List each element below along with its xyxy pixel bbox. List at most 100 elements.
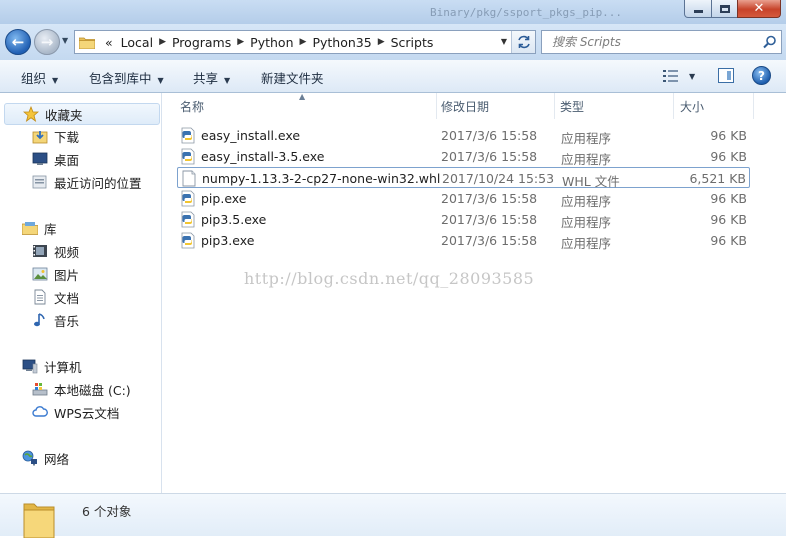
nav-local-disk[interactable]: 本地磁盘 (C:) [32,379,131,399]
file-type: 应用程序 [561,194,612,209]
close-button[interactable]: ✕ [737,0,781,18]
new-folder-label: 新建文件夹 [261,71,324,86]
details-pane: 6 个对象 [0,493,786,538]
pictures-icon [32,267,48,281]
back-button[interactable]: ← [5,29,31,55]
file-date: 2017/3/6 15:58 [441,149,538,164]
library-icon [22,222,38,235]
python-exe-icon [181,148,195,165]
background-window-title: Binary/pkg/ssport_pkgs_pip... [430,6,623,19]
nav-downloads[interactable]: 下载 [32,126,79,146]
nav-network-label: 网络 [44,451,70,467]
column-header-size[interactable]: 大小 [674,93,754,119]
history-dropdown-icon[interactable]: ▼ [62,36,68,45]
navigation-pane: 收藏夹 下载 桌面 最近访问的位置 库 视频 图片 文档 音乐 计算机 本地磁盘… [0,93,162,493]
breadcrumb-python[interactable]: Python [246,35,297,50]
table-row[interactable]: pip3.exe 2017/3/6 15:58 应用程序 96 KB [177,230,750,251]
forward-button[interactable]: → [34,29,60,55]
breadcrumb-overflow[interactable]: « [101,35,117,50]
breadcrumb-python35[interactable]: Python35 [308,35,375,50]
column-header-type-label: 类型 [560,99,585,114]
file-date: 2017/3/6 15:58 [441,233,538,248]
nav-documents-label: 文档 [54,290,80,306]
breadcrumb-arrow-icon[interactable]: ▶ [298,37,309,47]
file-list: ▲ 名称 修改日期 类型 大小 easy_install.exe 2017/3/6… [163,92,786,493]
table-row[interactable]: numpy-1.13.3-2-cp27-none-win32.whl 2017/1… [177,167,750,189]
refresh-icon [517,35,530,49]
breadcrumb-scripts[interactable]: Scripts [387,35,438,50]
file-date: 2017/10/24 15:53 [442,171,555,186]
change-view-button[interactable]: ▼ [663,68,703,84]
nav-desktop[interactable]: 桌面 [32,149,79,169]
nav-computer[interactable]: 计算机 [22,356,82,376]
search-input[interactable] [542,31,752,53]
breadcrumb-programs[interactable]: Programs [168,35,235,50]
refresh-button[interactable] [511,31,535,53]
nav-pictures[interactable]: 图片 [32,264,79,284]
column-header-type[interactable]: 类型 [555,93,674,119]
nav-favorites-label: 收藏夹 [45,107,83,123]
search-box[interactable] [541,30,782,54]
help-button[interactable]: ? [752,66,771,85]
python-exe-icon [181,127,195,144]
title-bar: Binary/pkg/ssport_pkgs_pip... ✕ [0,0,786,24]
blank-file-icon [182,170,196,187]
nav-documents[interactable]: 文档 [32,287,79,307]
nav-wps-cloud-label: WPS云文档 [54,405,120,421]
chevron-down-icon: ▼ [157,76,164,85]
nav-recent-places[interactable]: 最近访问的位置 [32,172,142,192]
minimize-icon [693,10,703,13]
python-exe-icon [181,190,195,207]
details-view-icon [663,70,678,82]
nav-downloads-label: 下载 [54,129,80,145]
organize-menu[interactable]: 组织 ▼ [21,68,58,87]
address-bar[interactable]: « Local ▶ Programs ▶ Python ▶ Python35 ▶… [74,30,536,54]
nav-videos[interactable]: 视频 [32,241,79,261]
preview-pane-button[interactable] [718,68,734,83]
folder-icon [23,503,55,538]
maximize-button[interactable] [711,0,738,18]
nav-libraries[interactable]: 库 [22,218,57,238]
column-header-date-label: 修改日期 [441,99,490,114]
address-dropdown-icon[interactable]: ▼ [501,37,507,46]
table-row[interactable]: pip3.5.exe 2017/3/6 15:58 应用程序 96 KB [177,209,750,230]
chevron-down-icon[interactable]: ▼ [689,72,695,81]
chevron-down-icon: ▼ [52,76,59,85]
share-label: 共享 [193,71,219,86]
downloads-folder-icon [32,131,48,144]
column-header-name-label: 名称 [180,99,205,114]
nav-local-disk-label: 本地磁盘 (C:) [54,382,131,398]
breadcrumb-local[interactable]: Local [117,35,157,50]
breadcrumb-arrow-icon[interactable]: ▶ [157,37,168,47]
search-icon[interactable] [763,35,777,49]
file-date: 2017/3/6 15:58 [441,191,538,206]
address-row: ← → ▼ « Local ▶ Programs ▶ Python ▶ Pyth… [0,24,786,60]
nav-computer-label: 计算机 [44,359,82,375]
file-type: 应用程序 [561,236,612,251]
include-in-library-label: 包含到库中 [89,71,152,86]
minimize-button[interactable] [684,0,712,18]
table-row[interactable]: easy_install-3.5.exe 2017/3/6 15:58 应用程序 96… [177,146,750,167]
nav-music-label: 音乐 [54,313,80,329]
new-folder-button[interactable]: 新建文件夹 [261,68,324,87]
include-in-library-menu[interactable]: 包含到库中 ▼ [89,68,164,87]
file-type: 应用程序 [561,131,612,146]
nav-wps-cloud[interactable]: WPS云文档 [32,402,119,422]
nav-network[interactable]: 网络 [22,448,69,468]
organize-label: 组织 [21,71,47,86]
column-header-name[interactable]: 名称 [163,93,437,119]
network-icon [22,450,37,466]
breadcrumb-arrow-icon[interactable]: ▶ [376,37,387,47]
table-row[interactable]: pip.exe 2017/3/6 15:58 应用程序 96 KB [177,188,750,209]
breadcrumb-arrow-icon[interactable]: ▶ [235,37,246,47]
nav-pictures-label: 图片 [54,267,80,283]
nav-music[interactable]: 音乐 [32,310,79,330]
table-row[interactable]: easy_install.exe 2017/3/6 15:58 应用程序 96 KB [177,125,750,146]
star-icon [23,106,39,122]
column-header-date[interactable]: 修改日期 [437,93,555,119]
share-menu[interactable]: 共享 ▼ [193,68,230,87]
file-date: 2017/3/6 15:58 [441,128,538,143]
file-size: 96 KB [710,212,747,227]
nav-favorites[interactable]: 收藏夹 [4,103,160,125]
computer-icon [22,359,38,374]
